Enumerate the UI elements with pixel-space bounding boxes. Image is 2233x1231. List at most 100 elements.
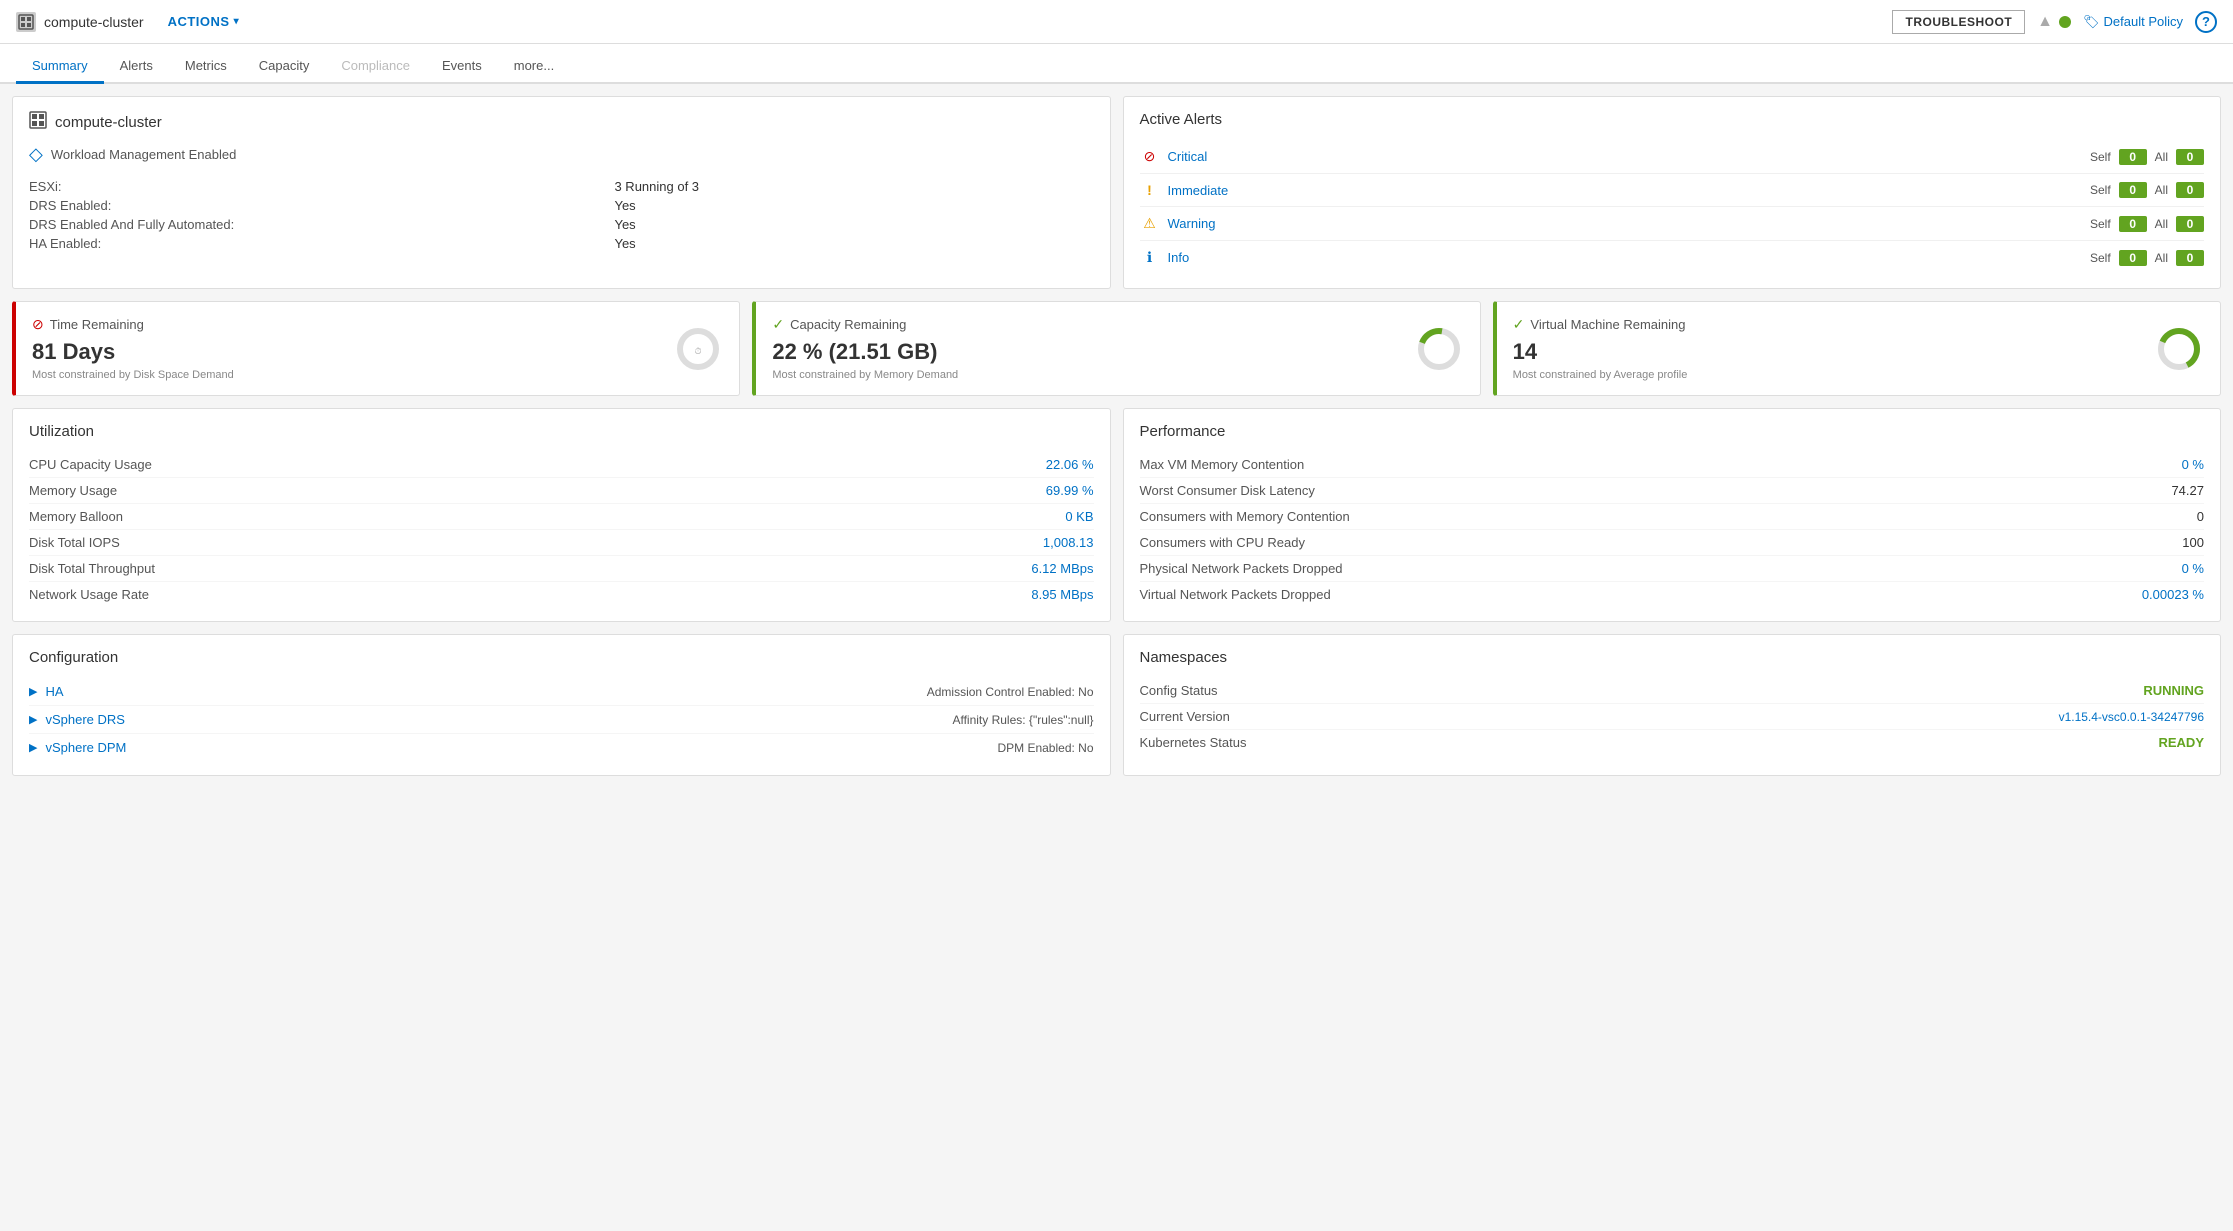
utilization-title: Utilization [29,423,1094,440]
tab-events[interactable]: Events [426,50,498,84]
util-value-cpu[interactable]: 22.06 % [1046,457,1094,472]
info-self-label: Self [2090,251,2111,265]
tab-capacity[interactable]: Capacity [243,50,326,84]
immediate-self-badge: 0 [2119,182,2147,198]
info-self-badge: 0 [2119,250,2147,266]
util-value-mem[interactable]: 69.99 % [1046,483,1094,498]
dpm-expand-icon[interactable]: ▶ [29,741,37,754]
vm-status-icon: ✓ [1513,316,1525,333]
info-all-badge: 0 [2176,250,2204,266]
performance-card: Performance Max VM Memory Contention 0 %… [1123,408,2222,622]
tab-metrics[interactable]: Metrics [169,50,243,84]
util-value-iops[interactable]: 1,008.13 [1043,535,1094,550]
perf-row-virt-net: Virtual Network Packets Dropped 0.00023 … [1140,582,2205,607]
warning-label[interactable]: Warning [1168,216,2090,231]
drs-expand-icon[interactable]: ▶ [29,713,37,726]
metric-capacity-chart [1414,324,1464,374]
perf-label-mem-contention: Consumers with Memory Contention [1140,509,2197,524]
util-row-cpu: CPU Capacity Usage 22.06 % [29,452,1094,478]
info-icon: ℹ [1140,249,1160,266]
ns-value-version[interactable]: v1.15.4-vsc0.0.1-34247796 [2059,710,2204,724]
util-label-cpu: CPU Capacity Usage [29,457,1046,472]
info-label-ha: HA Enabled: [29,234,614,253]
util-row-mem: Memory Usage 69.99 % [29,478,1094,504]
warning-self-label: Self [2090,217,2111,231]
util-value-network[interactable]: 8.95 MBps [1031,587,1093,602]
top-row: compute-cluster ◇ Workload Management En… [12,96,2221,289]
perf-value-phys-net[interactable]: 0 % [2182,561,2204,576]
warning-all-label: All [2155,217,2168,231]
metric-time-sub: Most constrained by Disk Space Demand [32,369,723,381]
warning-counts: Self 0 All 0 [2090,216,2204,232]
util-label-balloon: Memory Balloon [29,509,1065,524]
metric-vm-sub: Most constrained by Average profile [1513,369,2204,381]
namespaces-card: Namespaces Config Status RUNNING Current… [1123,634,2222,776]
alert-row-critical: ⊘ Critical Self 0 All 0 [1140,140,2205,174]
troubleshoot-button[interactable]: TROUBLESHOOT [1892,10,2025,34]
capacity-status-icon: ✓ [772,316,784,333]
info-label[interactable]: Info [1168,250,2090,265]
metric-vm-remaining: ✓ Virtual Machine Remaining 14 Most cons… [1493,301,2221,396]
perf-value-max-vm-mem[interactable]: 0 % [2182,457,2204,472]
help-button[interactable]: ? [2195,11,2217,33]
actions-button[interactable]: ACTIONS ▾ [168,14,240,29]
perf-value-virt-net[interactable]: 0.00023 % [2142,587,2204,602]
dpm-detail: DPM Enabled: No [997,741,1093,755]
immediate-all-badge: 0 [2176,182,2204,198]
info-value-ha: Yes [614,234,1093,253]
util-value-throughput[interactable]: 6.12 MBps [1031,561,1093,576]
metric-time-value: 81 Days [32,339,723,365]
status-dot [2059,16,2071,28]
tab-summary[interactable]: Summary [16,50,104,84]
drs-detail: Affinity Rules: {"rules":null} [952,713,1093,727]
metric-vm-title: Virtual Machine Remaining [1530,317,1685,332]
dpm-name[interactable]: vSphere DPM [45,740,997,755]
perf-label-disk-latency: Worst Consumer Disk Latency [1140,483,2172,498]
ns-row-config: Config Status RUNNING [1140,678,2205,704]
configuration-title: Configuration [29,649,1094,666]
immediate-self-label: Self [2090,183,2111,197]
config-ns-row: Configuration ▶ HA Admission Control Ena… [12,634,2221,776]
perf-label-virt-net: Virtual Network Packets Dropped [1140,587,2142,602]
ha-expand-icon[interactable]: ▶ [29,685,37,698]
util-value-balloon[interactable]: 0 KB [1065,509,1093,524]
info-row-drs-full: DRS Enabled And Fully Automated: Yes [29,215,1094,234]
tab-more[interactable]: more... [498,50,570,84]
config-row-drs: ▶ vSphere DRS Affinity Rules: {"rules":n… [29,706,1094,734]
immediate-counts: Self 0 All 0 [2090,182,2204,198]
immediate-label[interactable]: Immediate [1168,183,2090,198]
upload-icon: ▲ [2037,13,2053,31]
info-all-label: All [2155,251,2168,265]
top-bar-left: compute-cluster ACTIONS ▾ [16,12,239,32]
ns-label-config: Config Status [1140,683,2144,698]
cluster-info-header: compute-cluster [29,111,1094,134]
perf-label-phys-net: Physical Network Packets Dropped [1140,561,2182,576]
ha-name[interactable]: HA [45,684,926,699]
perf-row-mem-contention: Consumers with Memory Contention 0 [1140,504,2205,530]
alerts-title: Active Alerts [1140,111,2205,128]
perf-value-mem-contention: 0 [2197,509,2204,524]
workload-icon: ◇ [29,144,43,165]
critical-self-label: Self [2090,150,2111,164]
cluster-info-card: compute-cluster ◇ Workload Management En… [12,96,1111,289]
util-label-iops: Disk Total IOPS [29,535,1043,550]
performance-title: Performance [1140,423,2205,440]
metric-capacity-header: ✓ Capacity Remaining [772,316,1463,333]
immediate-icon: ! [1140,182,1160,198]
cluster-info-table: ESXi: 3 Running of 3 DRS Enabled: Yes DR… [29,177,1094,253]
config-row-dpm: ▶ vSphere DPM DPM Enabled: No [29,734,1094,761]
workload-label: Workload Management Enabled [51,147,237,162]
util-perf-row: Utilization CPU Capacity Usage 22.06 % M… [12,408,2221,622]
tab-alerts[interactable]: Alerts [104,50,169,84]
drs-name[interactable]: vSphere DRS [45,712,952,727]
ns-value-config: RUNNING [2143,683,2204,698]
info-label-drs: DRS Enabled: [29,196,614,215]
chevron-down-icon: ▾ [234,16,240,27]
critical-label[interactable]: Critical [1168,149,2090,164]
perf-row-max-vm-mem: Max VM Memory Contention 0 % [1140,452,2205,478]
alert-row-info: ℹ Info Self 0 All 0 [1140,241,2205,274]
cluster-icon [16,12,36,32]
critical-self-badge: 0 [2119,149,2147,165]
policy-button[interactable]: 🏷 Default Policy [2083,14,2183,30]
perf-row-phys-net: Physical Network Packets Dropped 0 % [1140,556,2205,582]
